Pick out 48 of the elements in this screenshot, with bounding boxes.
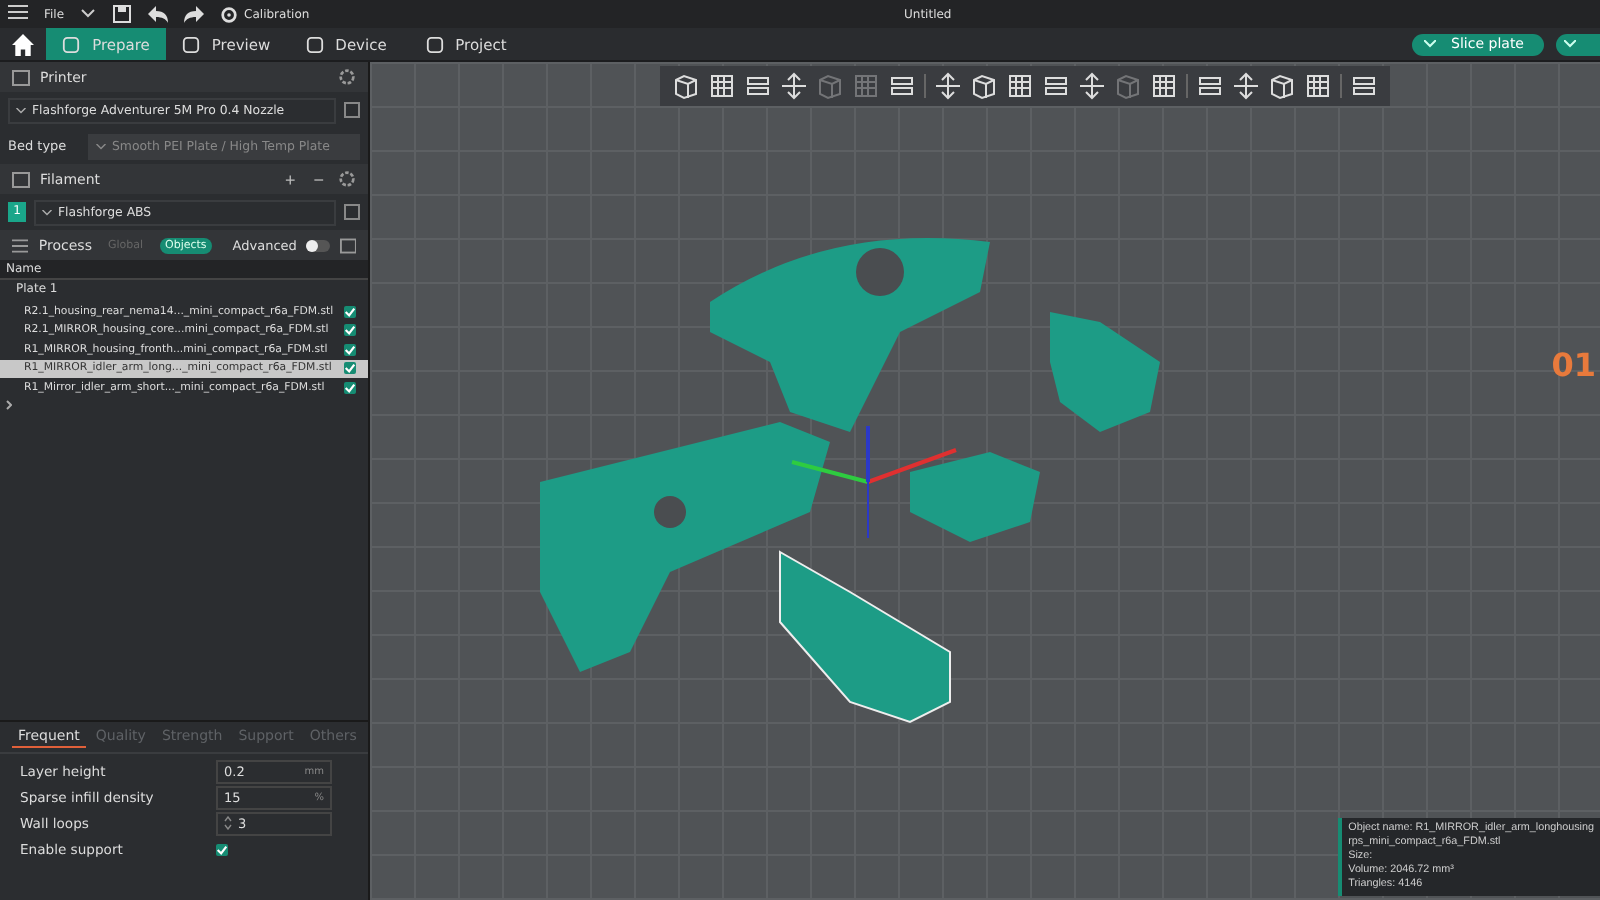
tab-icon	[62, 35, 81, 53]
toolbar-tool-icon[interactable]	[672, 72, 700, 100]
toolbar-tool-icon[interactable]	[1150, 72, 1178, 100]
checkbox[interactable]	[344, 305, 356, 318]
checkbox[interactable]	[344, 343, 356, 356]
remove-filament-button[interactable]: −	[309, 169, 328, 189]
caret-icon	[16, 107, 26, 113]
caret-icon	[1564, 40, 1576, 48]
tab-icon	[425, 35, 444, 53]
toolbar-tool-icon[interactable]	[1304, 72, 1332, 100]
expand-caret-icon[interactable]	[6, 399, 12, 409]
home-icon[interactable]	[12, 33, 34, 55]
checkbox[interactable]	[344, 381, 356, 394]
toolbar-tool-icon[interactable]	[744, 72, 772, 100]
toolbar-tool-icon[interactable]	[1268, 72, 1296, 100]
caret-icon	[1423, 40, 1436, 48]
spin-arrows-icon[interactable]	[224, 816, 232, 830]
checkbox[interactable]	[216, 843, 228, 855]
toolbar-tool-icon[interactable]	[1042, 72, 1070, 100]
toolbar-tool-icon[interactable]	[934, 72, 962, 100]
advanced-switch[interactable]	[306, 239, 330, 251]
settings-icon[interactable]	[338, 68, 356, 86]
chevron-down-icon[interactable]	[80, 8, 97, 20]
checkbox[interactable]	[344, 324, 356, 337]
menu-icon[interactable]	[8, 4, 28, 24]
toolbar-tool-icon[interactable]	[888, 72, 916, 100]
toolbar-tool-icon[interactable]	[1078, 72, 1106, 100]
process-icon	[12, 237, 29, 253]
tab-icon	[181, 35, 200, 53]
toolbar-tool-icon[interactable]	[970, 72, 998, 100]
toolbar-tool-icon[interactable]	[780, 72, 808, 100]
save-icon[interactable]	[112, 4, 133, 24]
toolbar-tool-icon[interactable]	[1196, 72, 1224, 100]
toolbar-tool-icon[interactable]	[1350, 72, 1378, 100]
calibration-icon	[220, 5, 239, 23]
caret-icon	[42, 209, 52, 215]
undo-icon[interactable]	[148, 5, 169, 23]
settings-icon[interactable]	[338, 170, 356, 188]
plate-number: 01	[1551, 346, 1596, 384]
toolbar-tool-icon[interactable]	[1006, 72, 1034, 100]
tab-icon	[305, 35, 324, 53]
checkbox[interactable]	[344, 362, 356, 375]
print-dropdown-button[interactable]	[1556, 33, 1600, 55]
caret-icon	[96, 143, 106, 149]
toolbar-tool-icon[interactable]	[1232, 72, 1260, 100]
toolbar-tool-icon[interactable]	[708, 72, 736, 100]
redo-icon[interactable]	[184, 5, 205, 23]
add-filament-button[interactable]: +	[280, 169, 300, 189]
